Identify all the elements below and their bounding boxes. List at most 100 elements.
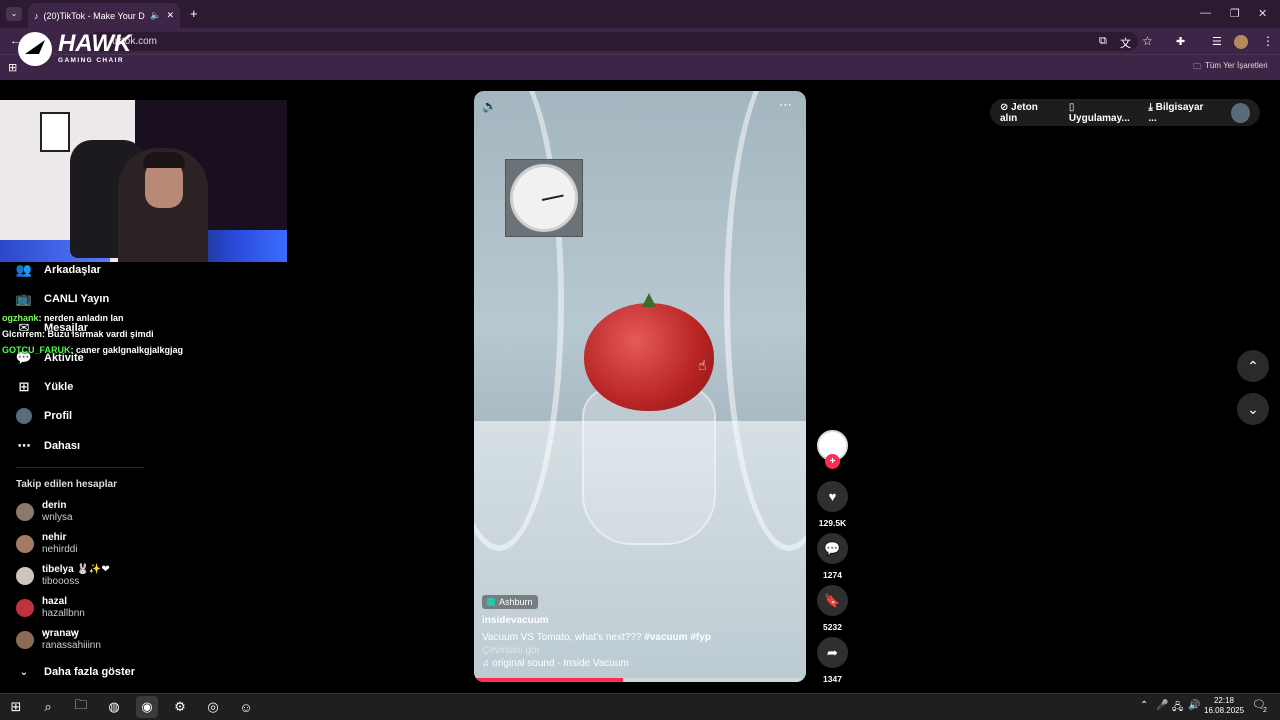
pressure-gauge-image	[505, 159, 583, 237]
apps-grid-icon[interactable]: ⊞	[8, 61, 17, 74]
browser-tab[interactable]: ♪ (20)TikTok - Make Your Day 🔈 ✕	[28, 3, 180, 28]
discord-icon[interactable]: ☺	[235, 696, 257, 718]
follow-plus-button[interactable]: +	[825, 454, 840, 469]
sidebar-item-more[interactable]: ⋯ Dahası	[16, 438, 81, 454]
tab-search-button[interactable]: ⌄	[6, 7, 22, 21]
next-video-button[interactable]: ⌄	[1237, 393, 1269, 425]
get-app-button[interactable]: ▯ Uygulamay...	[1069, 102, 1135, 124]
chat-message: : Buzu ısırmak vardi şimdi	[42, 329, 154, 339]
following-title: Takip edilen hesaplar	[16, 479, 117, 490]
all-bookmarks-label: Tüm Yer İşaretleri	[1205, 61, 1268, 70]
folder-icon: 🗀	[1193, 62, 1201, 71]
sidebar-item-label: Yükle	[44, 381, 74, 393]
previous-video-button[interactable]: ⌃	[1237, 350, 1269, 382]
video-progress-bar[interactable]	[474, 678, 806, 682]
media-icon[interactable]: ☰	[1212, 35, 1222, 48]
sidebar-item-label: Dahası	[44, 440, 81, 452]
close-icon[interactable]: ✕	[166, 10, 174, 21]
translate-link[interactable]: Çevirisini gör	[482, 645, 540, 656]
desktop-label: Bilgisayar ...	[1148, 101, 1204, 124]
bookmark-icon[interactable]: 🔖	[817, 585, 848, 616]
followed-account[interactable]: tibelya 🐰✨❤ tiboooss	[16, 564, 110, 588]
chrome-icon[interactable]: ◉	[136, 696, 158, 718]
profile-avatar	[16, 408, 32, 424]
speaker-icon[interactable]: 🔈	[150, 10, 161, 21]
sidebar-item-profile[interactable]: Profil	[16, 408, 72, 424]
minimize-button[interactable]: —	[1200, 7, 1211, 19]
user-avatar[interactable]	[1231, 102, 1250, 123]
address-bar[interactable]: tiktok.com	[88, 32, 1138, 51]
volume-tray-icon[interactable]: 🔊	[1188, 700, 1200, 711]
app-icon[interactable]: ◍	[103, 696, 125, 718]
profile-avatar[interactable]	[1234, 35, 1248, 49]
comment-action[interactable]: 💬 1274	[817, 533, 848, 580]
phone-icon: ▯	[1068, 101, 1075, 113]
volume-icon[interactable]: 🔈	[482, 99, 497, 113]
star-icon[interactable]: ☆	[1142, 34, 1153, 48]
new-tab-button[interactable]: +	[190, 6, 198, 21]
avatar	[16, 535, 34, 553]
bookmarks-bar	[0, 54, 1280, 80]
start-icon[interactable]: ⊞	[5, 696, 27, 718]
download-icon: ⤓	[1148, 101, 1156, 113]
followed-account[interactable]: ꝡranaꝡ ranassahiiinn	[16, 628, 101, 652]
friends-icon: 👥	[15, 262, 33, 277]
account-handle: tiboooss	[42, 576, 80, 587]
sidebar-item-friends[interactable]: 👥 Arkadaşlar	[16, 262, 101, 278]
microphone-icon[interactable]: 🎤	[1156, 700, 1168, 711]
like-action[interactable]: ♥ 129.5K	[817, 481, 848, 528]
upload-icon: ⊞	[18, 379, 30, 394]
sidebar-item-live[interactable]: 📺 CANLI Yayın	[16, 291, 109, 307]
heart-icon[interactable]: ♥	[817, 481, 848, 512]
followed-account[interactable]: hazal hazallbnn	[16, 596, 85, 620]
all-bookmarks-button[interactable]: 🗀 Tüm Yer İşaretleri	[1193, 61, 1268, 75]
install-icon[interactable]: ⧉	[1099, 35, 1107, 48]
sidebar-item-upload[interactable]: ⊞ Yükle	[16, 379, 74, 395]
stream-chat-overlay: ogzhank: nerden anladın lan Glcnrrem: Bu…	[2, 310, 183, 358]
video-author[interactable]: insidevacuum	[482, 615, 549, 626]
location-pin-icon	[487, 598, 495, 606]
network-icon[interactable]: 🖧	[1172, 700, 1183, 717]
tiktok-icon: ♪	[34, 10, 39, 21]
extensions-icon[interactable]: ✚	[1176, 35, 1185, 48]
steam-icon[interactable]: ⚙	[169, 696, 191, 718]
show-more-button[interactable]: ⌄ Daha fazla göster	[16, 664, 135, 680]
share-action[interactable]: ➦ 1347	[817, 637, 848, 684]
more-options-icon[interactable]: ⋯	[779, 97, 792, 113]
video-player[interactable]: 🔈 ⋯ Ashburn insidevacuum Vacuum VS Tomat…	[474, 91, 806, 682]
comment-count: 1274	[823, 570, 842, 580]
description-text: Vacuum VS Tomato, what's next???	[482, 632, 642, 643]
search-icon[interactable]: ⌕	[37, 696, 59, 718]
notification-count: 2	[1263, 707, 1267, 714]
sidebar-item-label: Arkadaşlar	[44, 264, 101, 276]
hashtags[interactable]: #vacuum #fyp	[644, 632, 711, 643]
share-icon[interactable]: ➦	[817, 637, 848, 668]
file-explorer-icon[interactable]: 🗀	[70, 696, 92, 718]
followed-account[interactable]: nehir nehirddi	[16, 532, 78, 556]
chat-message: : caner gaklgnalkgjalkgjag	[70, 345, 184, 355]
sound-link[interactable]: ♫ original sound - Inside Vacuum	[482, 658, 629, 669]
chat-user: ogzhank	[2, 313, 39, 323]
close-window-button[interactable]: ✕	[1258, 7, 1267, 20]
share-count: 1347	[823, 674, 842, 684]
chat-line: Glcnrrem: Buzu ısırmak vardi şimdi	[2, 326, 183, 342]
get-coins-button[interactable]: ⊘ Jeton alın	[1000, 102, 1055, 124]
comment-icon[interactable]: 💬	[817, 533, 848, 564]
restore-button[interactable]: ❐	[1230, 7, 1240, 20]
app-label: Uygulamay...	[1068, 112, 1130, 124]
sidebar-item-label: Profil	[44, 410, 73, 422]
account-handle: ranassahiiinn	[42, 640, 101, 651]
followed-account[interactable]: derin wnlysa	[16, 500, 73, 524]
chat-user: Glcnrrem	[2, 329, 43, 339]
save-action[interactable]: 🔖 5232	[817, 585, 848, 632]
clock[interactable]: 22:18 16.08.2025	[1204, 696, 1244, 716]
location-tag[interactable]: Ashburn	[482, 595, 538, 609]
menu-icon[interactable]: ⋮	[1262, 34, 1274, 48]
logo-subtitle: GAMING CHAIR	[58, 57, 124, 64]
desktop-app-button[interactable]: ⤓ Bilgisayar ...	[1148, 102, 1211, 124]
windows-taskbar	[0, 693, 1280, 720]
tray-chevron-icon[interactable]: ⌃	[1140, 700, 1148, 711]
translate-icon[interactable]: 文	[1120, 35, 1131, 51]
top-actions-bar: ⊘ Jeton alın ▯ Uygulamay... ⤓ Bilgisayar…	[990, 99, 1260, 126]
obs-icon[interactable]: ◎	[202, 696, 224, 718]
